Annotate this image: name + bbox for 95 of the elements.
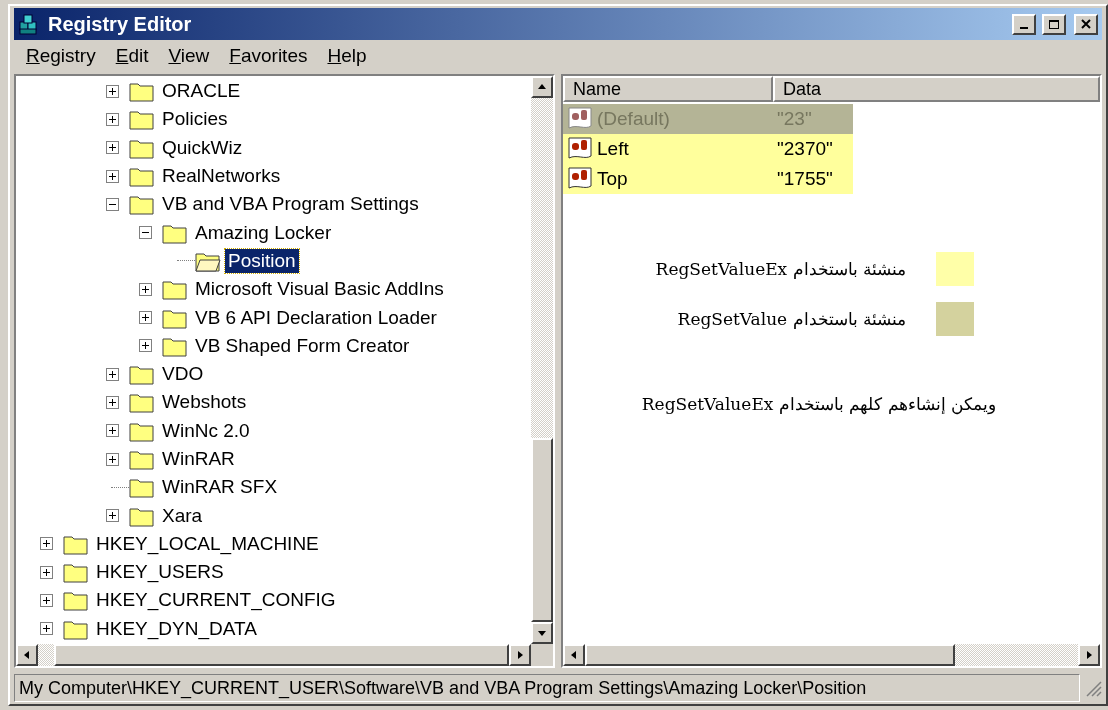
expand-icon[interactable]: [106, 395, 119, 409]
expand-icon[interactable]: [40, 565, 53, 579]
scrollbar-corner: [531, 644, 553, 666]
right-arrow-icon: [1084, 650, 1094, 660]
value-row[interactable]: Left "2370": [563, 134, 853, 164]
tree-item[interactable]: Amazing Locker: [192, 220, 335, 245]
scroll-left-button[interactable]: [16, 644, 38, 666]
right-arrow-icon: [515, 650, 525, 660]
menu-item[interactable]: Registry: [18, 43, 104, 69]
value-data: "2370": [777, 138, 833, 160]
tree-item[interactable]: VDO: [159, 362, 207, 387]
close-button[interactable]: [1074, 13, 1098, 35]
tree-item[interactable]: VB Shaped Form Creator: [192, 333, 413, 358]
menu-item[interactable]: Favorites: [221, 43, 316, 69]
expand-icon[interactable]: [106, 424, 119, 438]
value-name: Left: [597, 138, 629, 160]
scroll-right-button[interactable]: [509, 644, 531, 666]
legend-text: منشئة باستخدام RegSetValue: [677, 309, 906, 329]
expand-icon[interactable]: [106, 169, 119, 183]
tree-item[interactable]: Webshots: [159, 390, 250, 415]
value-name: Top: [597, 168, 628, 190]
menu-item[interactable]: View: [160, 43, 218, 69]
string-value-icon: [567, 136, 595, 162]
expand-icon[interactable]: [40, 537, 53, 551]
collapse-icon[interactable]: [106, 197, 119, 211]
tree-item[interactable]: VB and VBA Program Settings: [159, 192, 422, 217]
horizontal-scrollbar[interactable]: [16, 644, 553, 666]
scroll-left-button[interactable]: [563, 644, 585, 666]
scroll-down-button[interactable]: [531, 622, 553, 644]
folder-icon: [129, 165, 155, 188]
value-data: "23": [777, 108, 812, 130]
expand-icon[interactable]: [106, 509, 119, 523]
tree-item[interactable]: WinRAR: [159, 447, 238, 471]
close-icon: [1081, 19, 1091, 29]
expand-icon[interactable]: [106, 112, 119, 126]
folder-icon: [129, 193, 155, 216]
expand-icon[interactable]: [139, 339, 152, 353]
window-title: Registry Editor: [48, 12, 193, 36]
tree-item[interactable]: HKEY_DYN_DATA: [93, 616, 260, 641]
value-name: (Default): [597, 108, 670, 130]
expand-icon[interactable]: [40, 594, 53, 607]
expand-icon[interactable]: [139, 311, 152, 324]
tree-item[interactable]: Position: [225, 248, 299, 273]
folder-icon: [129, 476, 155, 499]
menu-item[interactable]: Help: [319, 43, 375, 69]
folder-icon: [129, 80, 155, 103]
left-arrow-icon: [569, 650, 579, 660]
folder-icon: [63, 561, 89, 584]
tree-item[interactable]: HKEY_USERS: [93, 560, 227, 585]
tree-item[interactable]: WinNc 2.0: [159, 418, 253, 443]
tree-item[interactable]: Microsoft Visual Basic AddIns: [192, 277, 447, 302]
tree-item[interactable]: VB 6 API Declaration Loader: [192, 305, 440, 330]
value-row[interactable]: Top "1755": [563, 164, 853, 194]
folder-icon: [129, 448, 155, 470]
note-text: ويمكن إنشاءهم كلهم باستخدام RegSetValueEx: [641, 394, 996, 414]
expand-icon[interactable]: [40, 622, 53, 636]
column-header[interactable]: Data: [773, 76, 1100, 102]
tree-item[interactable]: Xara: [159, 503, 206, 528]
menu-item[interactable]: Edit: [107, 43, 157, 69]
tree-item[interactable]: ORACLE: [159, 79, 244, 104]
tree-item[interactable]: WinRAR SFX: [159, 475, 281, 500]
folder-icon: [63, 589, 89, 612]
folder-icon: [129, 363, 155, 386]
tree-item[interactable]: QuickWiz: [159, 135, 246, 160]
expand-icon[interactable]: [106, 84, 119, 98]
string-value-icon: [567, 166, 595, 192]
maximize-icon: [1048, 18, 1060, 30]
expand-icon[interactable]: [106, 141, 119, 155]
tree-item[interactable]: HKEY_LOCAL_MACHINE: [93, 531, 322, 556]
expand-icon[interactable]: [106, 452, 119, 466]
folder-icon: [129, 391, 155, 414]
maximize-button[interactable]: [1042, 13, 1066, 35]
folder-icon: [129, 108, 155, 131]
tree-item[interactable]: RealNetworks: [159, 164, 284, 189]
tree-item[interactable]: HKEY_CURRENT_CONFIG: [93, 588, 339, 613]
horizontal-scrollbar[interactable]: [563, 644, 1100, 666]
legend-text: منشئة باستخدام RegSetValueEx: [655, 259, 906, 279]
string-value-icon: [567, 106, 595, 132]
collapse-icon[interactable]: [139, 226, 152, 240]
scroll-right-button[interactable]: [1078, 644, 1100, 666]
scroll-up-button[interactable]: [531, 76, 553, 98]
value-data: "1755": [777, 168, 833, 190]
expand-icon[interactable]: [106, 367, 119, 381]
status-bar: My Computer\HKEY_CURRENT_USER\Software\VB and VBA Program Settings\Amazing Locker\Position: [14, 674, 1080, 702]
column-header[interactable]: Name: [563, 76, 773, 102]
tree-item[interactable]: Policies: [159, 107, 231, 132]
folder-icon: [162, 278, 188, 301]
up-arrow-icon: [537, 82, 547, 92]
minimize-button[interactable]: [1012, 13, 1036, 35]
minimize-icon: [1020, 27, 1028, 29]
expand-icon[interactable]: [139, 282, 152, 296]
resize-grip-icon[interactable]: [1084, 679, 1102, 697]
down-arrow-icon: [537, 628, 547, 638]
left-arrow-icon: [22, 650, 32, 660]
vertical-scrollbar[interactable]: [531, 76, 553, 644]
